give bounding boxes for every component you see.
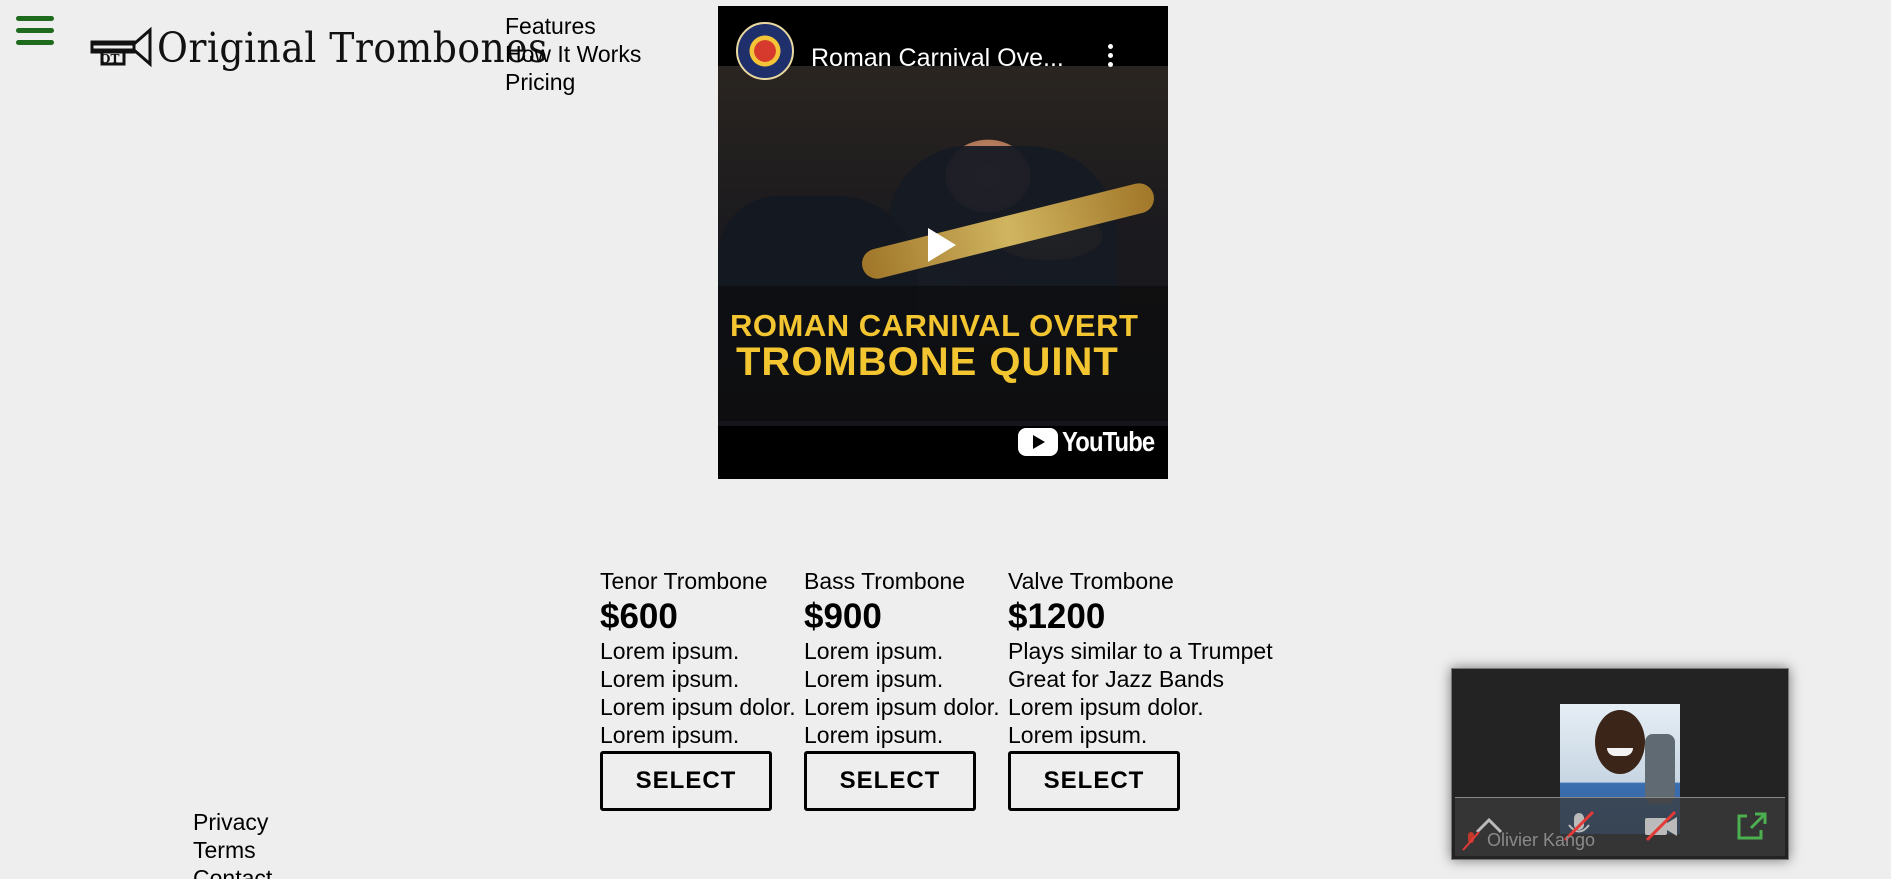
footer-links: Privacy Terms Contact	[193, 808, 272, 879]
plan-feature: Lorem ipsum.	[1008, 722, 1148, 748]
banner-line-2: TROMBONE QUINT	[736, 340, 1119, 384]
brand-name: Original Trombones	[157, 23, 548, 72]
nav-pricing-link[interactable]: Pricing	[505, 68, 641, 96]
select-valve-button[interactable]: SELECT	[1008, 751, 1180, 811]
camera-off-icon[interactable]	[1643, 810, 1679, 842]
pop-out-icon[interactable]	[1733, 810, 1769, 842]
footer-privacy-link[interactable]: Privacy	[193, 808, 272, 836]
plan-feature: Lorem ipsum.	[600, 666, 740, 692]
participant-name: Olivier Kango	[1487, 830, 1596, 850]
call-controls-bar: Olivier Kango	[1455, 797, 1785, 856]
plan-feature: Lorem ipsum dolor.	[1008, 694, 1204, 720]
plan-price: $900	[804, 597, 882, 636]
main-nav: Features How It Works Pricing	[505, 12, 641, 96]
plan-name: Valve Trombone	[1008, 568, 1174, 594]
select-bass-button[interactable]: SELECT	[804, 751, 976, 811]
footer-terms-link[interactable]: Terms	[193, 836, 272, 864]
youtube-play-icon	[1018, 428, 1058, 456]
plan-card-valve: Valve Trombone $1200 Plays similar to a …	[1008, 566, 1273, 811]
plan-price: $1200	[1008, 597, 1106, 636]
svg-text:OT: OT	[100, 52, 119, 66]
nav-features-link[interactable]: Features	[505, 12, 641, 40]
muted-indicator-icon	[1462, 831, 1480, 851]
plan-card-bass: Bass Trombone $900 Lorem ipsum. Lorem ip…	[804, 566, 1008, 811]
youtube-wordmark: YouTube	[1062, 426, 1155, 457]
banner-line-1: ROMAN CARNIVAL OVERT	[730, 308, 1139, 343]
select-tenor-button[interactable]: SELECT	[600, 751, 772, 811]
plan-card-tenor: Tenor Trombone $600 Lorem ipsum. Lorem i…	[600, 566, 804, 811]
plan-feature: Lorem ipsum.	[600, 638, 740, 664]
plan-feature: Lorem ipsum.	[804, 666, 944, 692]
page: OT Original Trombones Features How It Wo…	[0, 0, 1891, 879]
video-banner: ROMAN CARNIVAL OVERT TROMBONE QUINT	[718, 286, 1168, 421]
channel-avatar[interactable]	[736, 22, 794, 80]
plan-feature: Lorem ipsum.	[804, 722, 944, 748]
footer-contact-link[interactable]: Contact	[193, 864, 272, 879]
plan-price: $600	[600, 597, 678, 636]
plan-name: Tenor Trombone	[600, 568, 768, 594]
trombone-logo-icon: OT	[90, 26, 152, 68]
plan-feature: Lorem ipsum dolor.	[600, 694, 796, 720]
plan-feature: Lorem ipsum dolor.	[804, 694, 1000, 720]
pricing-section: Tenor Trombone $600 Lorem ipsum. Lorem i…	[600, 566, 1273, 811]
plan-name: Bass Trombone	[804, 568, 966, 594]
play-icon[interactable]	[928, 228, 956, 262]
plan-feature: Lorem ipsum.	[600, 722, 740, 748]
nav-how-it-works-link[interactable]: How It Works	[505, 40, 641, 68]
plan-feature: Plays similar to a Trumpet	[1008, 638, 1273, 664]
more-options-icon[interactable]	[1108, 44, 1116, 71]
video-call-widget[interactable]: Olivier Kango	[1451, 668, 1789, 860]
plan-feature: Great for Jazz Bands	[1008, 666, 1225, 692]
plan-feature: Lorem ipsum.	[804, 638, 944, 664]
hamburger-menu-icon[interactable]	[16, 16, 54, 50]
youtube-video-embed[interactable]: ROMAN CARNIVAL OVERT TROMBONE QUINT Roma…	[718, 6, 1168, 479]
youtube-logo[interactable]: YouTube	[1018, 426, 1168, 458]
video-title[interactable]: Roman Carnival Ove...	[811, 44, 1064, 73]
